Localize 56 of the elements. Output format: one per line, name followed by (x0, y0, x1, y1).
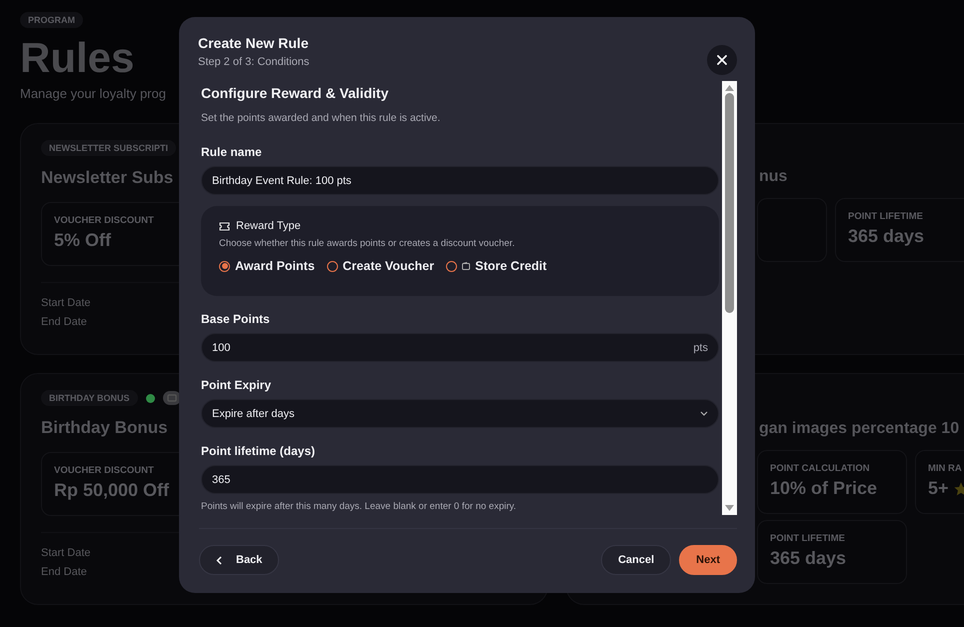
page-subtitle: Manage your loyalty prog (20, 86, 166, 101)
date-label: End Date (41, 566, 87, 578)
group-label: Reward Type (236, 220, 301, 232)
field-label: Point lifetime (days) (201, 444, 316, 459)
rule-title: gan images percentage 10 (759, 420, 960, 438)
ticket-icon (219, 222, 230, 230)
page-title: Rules (20, 34, 134, 82)
stat-value: 365 days (770, 548, 846, 569)
stat-label: POINT LIFETIME (848, 211, 923, 222)
section-description: Set the points awarded and when this rule is active. (201, 112, 442, 125)
stat-label: POINT LIFETIME (770, 533, 845, 544)
cancel-button[interactable]: Cancel (601, 545, 672, 575)
radio-option[interactable]: Store Credit (446, 259, 547, 273)
chevron-left-icon (216, 556, 222, 564)
section-badge: PROGRAM (20, 12, 83, 28)
stat-value: 5+ (928, 478, 949, 499)
wallet-icon (462, 262, 470, 270)
group-description: Choose whether this rule awards points or creates a discount voucher. (219, 238, 516, 249)
scrollbar[interactable] (722, 81, 737, 515)
back-button[interactable]: Back (199, 545, 280, 575)
date-label: Start Date (41, 547, 91, 559)
date-label: End Date (41, 316, 87, 328)
input-field[interactable]: 100 pts (201, 333, 719, 362)
field-label: Rule name (201, 145, 263, 160)
tag-icon (162, 391, 181, 405)
dialog-subtitle: Step 2 of 3: Conditions (198, 56, 310, 68)
stat-value: 365 days (848, 226, 924, 247)
field-hint: Points will expire after this many days. Leave blank or enter 0 for no expiry. (201, 501, 518, 513)
stat-label: POINT CALCULATION (770, 463, 870, 474)
next-button[interactable]: Next (679, 545, 737, 575)
stat-value: Rp 50,000 Off (54, 480, 170, 501)
rule-title: nus (759, 168, 788, 186)
close-button[interactable] (707, 45, 737, 75)
stat-label: MIN RA (928, 463, 962, 474)
field-label: Point Expiry (201, 378, 272, 393)
radio-option[interactable]: Award Points (219, 259, 315, 273)
date-label: Start Date (41, 297, 91, 309)
dialog-title: Create New Rule (198, 35, 310, 51)
rule-badge: BIRTHDAY BONUS (41, 390, 138, 406)
caret-down-icon[interactable] (725, 505, 734, 511)
close-icon (716, 54, 728, 66)
caret-up-icon[interactable] (725, 85, 734, 91)
input-field[interactable]: Birthday Event Rule: 100 pts (201, 166, 719, 195)
stat-label: VOUCHER DISCOUNT (54, 465, 154, 476)
field-label: Base Points (201, 312, 271, 327)
rule-title: Newsletter Subs (41, 168, 174, 188)
stat-label: VOUCHER DISCOUNT (54, 215, 154, 226)
stat-value: 10% of Price (770, 478, 878, 499)
rule-badge: NEWSLETTER SUBSCRIPTI (41, 140, 176, 156)
section-title: Configure Reward & Validity (201, 85, 390, 102)
rule-title: Birthday Bonus (41, 418, 168, 438)
select-field[interactable]: Expire after days (201, 399, 719, 428)
chevron-down-icon (700, 411, 708, 416)
stat-value: 5% Off (54, 230, 112, 251)
input-field[interactable]: 365 (201, 465, 719, 494)
radio-option[interactable]: Create Voucher (326, 259, 434, 273)
